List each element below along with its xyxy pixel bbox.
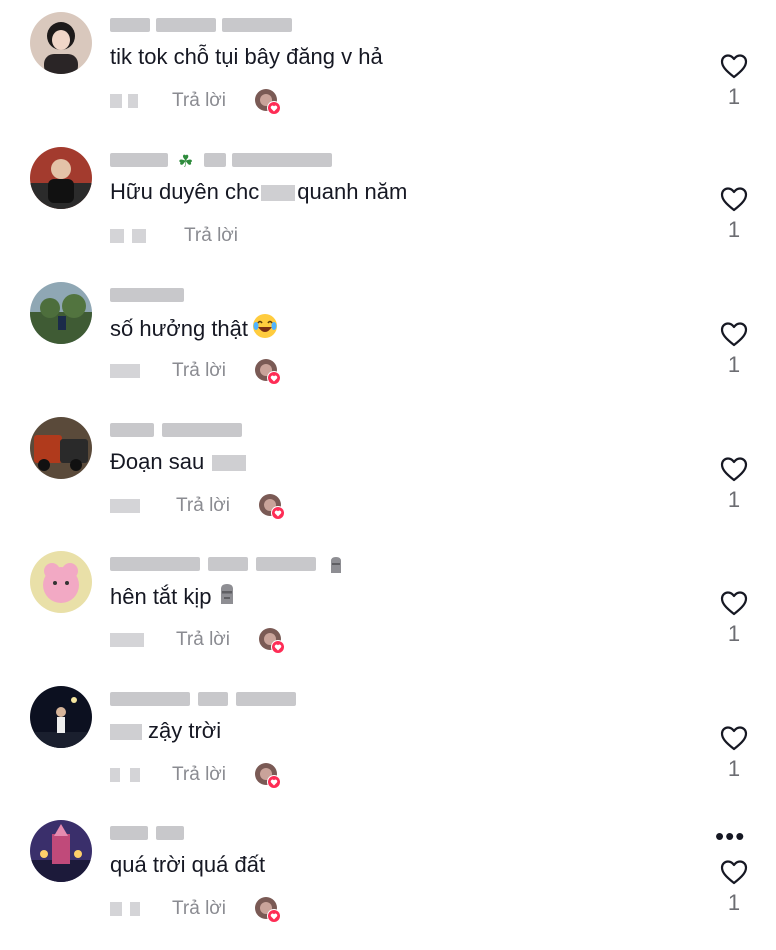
comment-item: zậy trời Trả lời 1 <box>0 686 776 816</box>
reply-button[interactable]: Trả lời <box>172 88 226 114</box>
comment-meta: Trả lời <box>110 762 310 790</box>
reply-button[interactable]: Trả lời <box>172 762 226 788</box>
comment-meta: Trả lời <box>110 358 310 386</box>
user-avatar[interactable] <box>30 12 92 74</box>
date-blurred <box>110 499 142 513</box>
comment-text: số hưởng thật <box>110 313 278 343</box>
like-column: 1 <box>714 320 754 378</box>
moai-emoji-icon <box>331 557 341 573</box>
clover-emoji-icon: ☘ <box>178 152 194 171</box>
like-column: 1 <box>714 185 754 243</box>
like-count: 1 <box>727 890 741 915</box>
heart-outline-icon[interactable] <box>719 455 749 483</box>
comment-item: tik tok chỗ tụi bây đăng v hả Trả lời 1 <box>0 12 776 142</box>
moai-emoji-icon <box>220 584 233 604</box>
comment-text-part: quanh năm <box>297 179 408 204</box>
creator-liked-badge-icon <box>254 88 282 116</box>
comment-text-part: hên tắt kịp <box>110 584 212 609</box>
comment-text: hên tắt kịp <box>110 582 238 611</box>
blurred-word <box>110 724 142 741</box>
comment-item: ☘ Hữu duyên chc quanh năm Trả lời 1 <box>0 147 776 277</box>
blurred-word <box>212 455 247 472</box>
blurred-word <box>261 185 296 202</box>
username-blurred[interactable] <box>110 423 340 443</box>
date-blurred <box>110 902 142 916</box>
like-column: 1 <box>714 724 754 782</box>
reply-button[interactable]: Trả lời <box>172 358 226 384</box>
comment-meta: Trả lời <box>110 88 310 116</box>
more-options-icon[interactable]: ••• <box>715 823 745 849</box>
comment-text-part: zậy trời <box>148 718 222 743</box>
like-count: 1 <box>727 352 741 377</box>
heart-outline-icon[interactable] <box>719 589 749 617</box>
comment-meta: Trả lời <box>110 896 310 924</box>
comment-text: tik tok chỗ tụi bây đăng v hả <box>110 44 383 69</box>
comment-meta: Trả lời <box>110 493 310 521</box>
like-count: 1 <box>727 756 741 781</box>
heart-outline-icon[interactable] <box>719 185 749 213</box>
comment-text: Hữu duyên chc quanh năm <box>110 178 407 206</box>
like-column: 1 <box>714 455 754 513</box>
reply-button[interactable]: Trả lời <box>172 896 226 922</box>
username-blurred[interactable] <box>110 826 340 846</box>
comment-text-part: số hưởng thật <box>110 316 249 341</box>
date-blurred <box>110 768 142 782</box>
date-blurred <box>110 229 146 243</box>
comment-item: quá trời quá đất Trả lời ••• 1 <box>0 820 776 950</box>
username-blurred[interactable] <box>110 557 341 577</box>
heart-outline-icon[interactable] <box>719 724 749 752</box>
date-blurred <box>110 364 142 378</box>
username-blurred[interactable]: ☘ <box>110 152 340 173</box>
like-count: 1 <box>727 217 741 242</box>
creator-liked-badge-icon <box>254 896 282 924</box>
reply-button[interactable]: Trả lời <box>184 223 238 249</box>
date-blurred <box>110 94 142 108</box>
like-count: 1 <box>727 621 741 646</box>
comment-text-part: Hữu duyên chc <box>110 179 260 204</box>
comment-item: Đoạn sau Trả lời 1 <box>0 417 776 547</box>
user-avatar[interactable] <box>30 282 92 344</box>
like-column: 1 <box>714 858 754 916</box>
heart-outline-icon[interactable] <box>719 858 749 886</box>
like-column: 1 <box>714 589 754 647</box>
heart-outline-icon[interactable] <box>719 52 749 80</box>
comment-text: Đoạn sau <box>110 448 248 476</box>
user-avatar[interactable] <box>30 686 92 748</box>
username-blurred[interactable] <box>110 692 340 712</box>
laughing-emoji-icon <box>253 314 278 338</box>
user-avatar[interactable] <box>30 551 92 613</box>
heart-outline-icon[interactable] <box>719 320 749 348</box>
user-avatar[interactable] <box>30 147 92 209</box>
like-count: 1 <box>727 84 741 109</box>
comment-meta: Trả lời <box>110 627 310 655</box>
comment-text: quá trời quá đất <box>110 852 266 877</box>
like-count: 1 <box>727 487 741 512</box>
user-avatar[interactable] <box>30 820 92 882</box>
user-avatar[interactable] <box>30 417 92 479</box>
like-column: 1 <box>714 52 754 110</box>
comment-meta: Trả lời <box>110 223 310 249</box>
reply-button[interactable]: Trả lời <box>176 627 230 653</box>
creator-liked-badge-icon <box>254 762 282 790</box>
username-blurred[interactable] <box>110 18 340 38</box>
comment-text-part: Đoạn sau <box>110 449 205 474</box>
date-blurred <box>110 633 144 647</box>
reply-button[interactable]: Trả lời <box>176 493 230 519</box>
comment-item: hên tắt kịp Trả lời 1 <box>0 551 776 681</box>
comment-text: zậy trời <box>110 717 221 745</box>
creator-liked-badge-icon <box>254 358 282 386</box>
creator-liked-badge-icon <box>258 493 286 521</box>
creator-liked-badge-icon <box>258 627 286 655</box>
comment-item: số hưởng thật Trả lời 1 <box>0 282 776 412</box>
username-blurred[interactable] <box>110 288 340 308</box>
